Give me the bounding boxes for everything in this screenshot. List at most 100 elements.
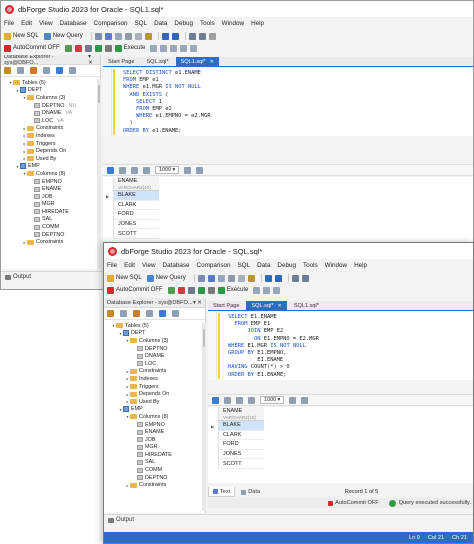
tree-node[interactable]: ▸ Triggers [104,383,205,391]
cut-icon[interactable] [124,32,132,40]
run-icon[interactable] [94,44,102,52]
tree-node[interactable]: ▾ Columns (3) [1,94,100,102]
front-new-sql-button[interactable]: New SQL [107,274,142,282]
table-row[interactable]: BLAKE [114,191,159,201]
front-execute-button[interactable]: Execute [217,286,248,294]
rollback-icon[interactable] [177,286,185,294]
front-explorer-scrollbar[interactable] [202,323,206,511]
tree-node[interactable]: ▸ Depends On [104,390,205,398]
rollback-icon[interactable] [74,44,82,52]
refresh-icon[interactable] [212,396,219,404]
back-new-query-button[interactable]: New Query [43,32,83,40]
new-connection-icon[interactable] [4,67,11,74]
back-result-column-header[interactable]: ENAME VARCHAR2(10) [114,177,159,191]
profile-icon[interactable] [160,44,168,52]
tree-node[interactable]: SAL [1,216,100,224]
tree-node[interactable]: DNAME [104,352,205,360]
delete-icon[interactable] [30,67,37,74]
pin-icon[interactable]: ▾ ✕ [88,55,97,66]
run-icon[interactable] [197,286,205,294]
editor-tab[interactable]: SQL.sql* ✕ [246,301,287,310]
menu-item-window[interactable]: Window [325,262,347,269]
table-row[interactable]: FORD [219,440,264,450]
stop-icon[interactable] [104,44,112,52]
data-tab[interactable]: Data [237,487,264,497]
table-row[interactable]: JONES [219,450,264,460]
last-page-icon[interactable] [301,396,309,404]
front-output-bar[interactable]: Output [104,514,473,525]
back-new-sql-button[interactable]: New SQL [4,32,39,40]
tree-node[interactable]: SAL [104,459,205,467]
editor-tab[interactable]: Start Page [103,57,139,66]
copy-icon[interactable] [134,32,142,40]
tree-node[interactable]: ▸ Used By [1,155,100,163]
explain-icon[interactable] [150,44,158,52]
database-icon[interactable] [301,274,309,282]
tree-node[interactable]: COMM [104,466,205,474]
filter-icon[interactable] [43,67,50,74]
tree-node[interactable]: ▾ Columns (8) [104,413,205,421]
tree-node[interactable]: DEPTNO [104,474,205,482]
filter-icon[interactable] [146,310,153,317]
table-row[interactable]: BLAKE [219,421,264,431]
table-row[interactable]: FORD [114,210,159,220]
format-icon[interactable] [187,286,195,294]
tree-node[interactable]: DEPTNO [1,231,100,239]
copy-icon[interactable] [237,274,245,282]
tree-node[interactable]: LOC VA [1,117,100,125]
delete-icon[interactable] [133,310,140,317]
tree-node[interactable]: ENAME [1,185,100,193]
tree-node[interactable]: EMPNO [104,421,205,429]
paste-icon[interactable] [144,32,152,40]
export-icon[interactable] [119,166,126,174]
save-icon[interactable] [207,274,215,282]
menu-item-comparison[interactable]: Comparison [94,20,128,27]
back-execute-button[interactable]: Execute [114,44,145,52]
tree-node[interactable]: EMPNO [1,178,100,186]
tree-node[interactable]: ▸ Depends On [1,147,100,155]
tree-node[interactable]: ▾ Columns (3) [104,337,205,345]
disconnect-icon[interactable] [120,310,127,317]
format-icon[interactable] [84,44,92,52]
previous-page-icon[interactable] [143,166,150,174]
redo-icon[interactable] [274,274,282,282]
tree-node[interactable]: ▾ Tables (5) [104,322,205,330]
table-row[interactable]: SCOTT [219,459,264,469]
refresh-icon[interactable] [159,310,166,317]
paste-icon[interactable] [247,274,255,282]
tree-node[interactable]: ▸ Constraints [104,368,205,376]
open-icon[interactable] [94,32,102,40]
commit-icon[interactable] [64,44,72,52]
collapse-icon[interactable] [172,310,179,317]
menu-item-help[interactable]: Help [354,262,367,269]
tree-node[interactable]: HIREDATE [1,208,100,216]
menu-item-view[interactable]: View [142,262,156,269]
table-row[interactable]: CLARK [219,431,264,441]
export-icon[interactable] [224,396,231,404]
menu-item-window[interactable]: Window [222,20,244,27]
tree-node[interactable]: ▸ Constraints [104,481,205,489]
table-row[interactable]: CLARK [114,201,159,211]
tree-node[interactable]: ▾ DEPT [104,330,205,338]
menu-item-edit[interactable]: Edit [21,20,32,27]
front-new-query-button[interactable]: New Query [146,274,186,282]
menu-item-tools[interactable]: Tools [303,262,318,269]
save-icon[interactable] [104,32,112,40]
menu-item-data[interactable]: Data [154,20,167,27]
back-sql-editor[interactable]: SELECT DISTINCT e1.ENAME FROM EMP e1 WHERE… [103,68,473,136]
commit-icon[interactable] [167,286,175,294]
stop-icon[interactable] [207,286,215,294]
back-autocommit-button[interactable]: AutoCommit OFF [4,44,60,52]
tree-node[interactable]: JOB [1,193,100,201]
menu-item-help[interactable]: Help [251,20,264,27]
new-connection-icon[interactable] [107,310,114,317]
tree-node[interactable]: DNAME VA [1,109,100,117]
first-page-icon[interactable] [131,166,138,174]
editor-tab[interactable]: SQL1.sql* ✕ [175,57,219,66]
previous-page-icon[interactable] [248,396,255,404]
front-result-column-header[interactable]: ENAME VARCHAR2(10) [219,407,264,421]
menu-item-view[interactable]: View [39,20,53,27]
tree-node[interactable]: ENAME [104,428,205,436]
tree-node[interactable]: COMM [1,223,100,231]
redo-icon[interactable] [171,32,179,40]
